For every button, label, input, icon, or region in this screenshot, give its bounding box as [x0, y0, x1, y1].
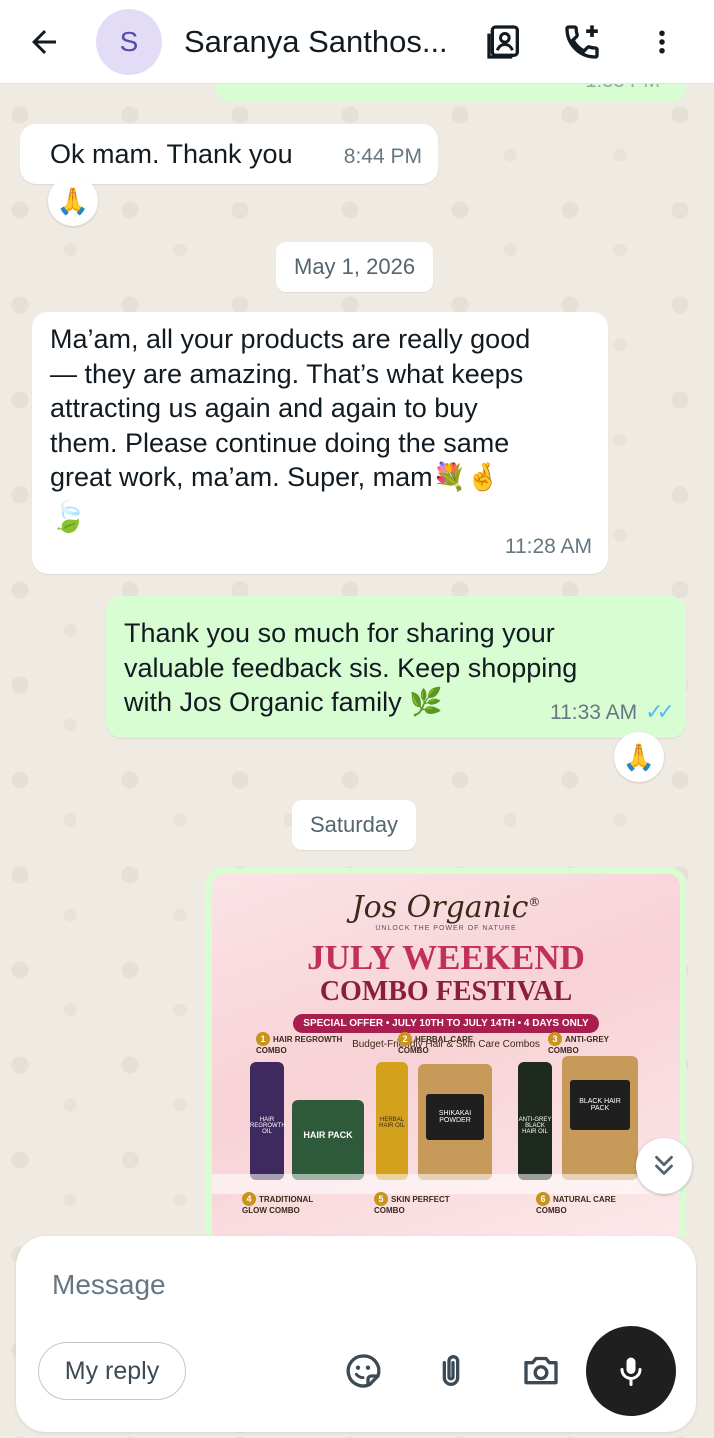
message-meta: 11:33 AM ✓✓ [549, 693, 675, 731]
chat-header: S Saranya Santhos... [0, 0, 714, 84]
sticker-icon [346, 1354, 381, 1388]
product-bottle: HERBAL HAIR OIL [376, 1062, 408, 1180]
camera-button[interactable] [516, 1346, 566, 1396]
product-label: SHIKAKAI POWDER [426, 1094, 484, 1140]
contact-card-button[interactable] [476, 14, 532, 70]
combo-label: 3 ANTI-GREY COMBO [548, 1032, 628, 1055]
more-vertical-icon [659, 30, 665, 53]
message-line: Thank you so much for sharing your [124, 618, 555, 648]
sticker-button[interactable] [338, 1346, 388, 1396]
reaction-badge[interactable]: 🙏 [48, 176, 98, 226]
message-time: 11:33 AM [549, 700, 638, 724]
contact-card-icon [487, 24, 519, 59]
product-jar: HAIR PACK [292, 1100, 364, 1180]
combo-number: 4 [242, 1192, 256, 1206]
add-call-icon [565, 24, 599, 59]
message-line: — they are amazing. That’s what keeps [50, 358, 524, 389]
combo-label: 1 HAIR REGROWTH COMBO [256, 1032, 346, 1055]
voice-message-button[interactable] [586, 1326, 676, 1416]
message-bubble-outgoing[interactable]: Thank you so much for sharing your valua… [106, 596, 686, 738]
product-label: HERBAL HAIR OIL [379, 1117, 405, 1129]
message-line: Ma’am, all your products are really good [50, 324, 531, 354]
message-time: 1:33 PM [586, 84, 660, 93]
camera-icon [524, 1356, 558, 1385]
promo-brand-mark: ® [528, 895, 541, 909]
mic-icon [620, 1357, 642, 1386]
add-call-button[interactable] [554, 14, 610, 70]
message-composer: My reply [16, 1236, 696, 1432]
product-bottle: ANTI-GREY BLACK HAIR OIL [518, 1062, 552, 1180]
my-reply-button[interactable]: My reply [38, 1342, 186, 1400]
message-input[interactable] [52, 1262, 652, 1308]
product-label: ANTI-GREY BLACK HAIR OIL [518, 1117, 552, 1135]
product-shelf [212, 1174, 680, 1194]
product-pouch: SHIKAKAI POWDER [418, 1064, 492, 1180]
product-label: HAIR PACK [303, 1130, 353, 1140]
promo-title-line2: COMBO FESTIVAL [319, 976, 573, 1007]
more-options-button[interactable] [634, 14, 690, 70]
message-bubble-outgoing[interactable]: 1:33 PM [216, 84, 686, 102]
message-text: Ok mam. Thank you [50, 139, 293, 169]
message-line: great work, ma’am. Super, mam💐🤞 [50, 462, 500, 492]
paperclip-icon [442, 1355, 460, 1386]
back-arrow-icon [32, 29, 56, 54]
message-bubble-incoming[interactable]: Ok mam. Thank you 8:44 PM [20, 124, 438, 184]
read-ticks-icon: ✓✓ [645, 698, 675, 724]
date-label: May 1, 2026 [294, 254, 416, 279]
message-line: attracting us again and again to buy [50, 393, 478, 423]
combo-label: 2 HERBAL CARE COMBO [398, 1032, 488, 1055]
product-bottle: HAIR REGROWTH OIL [250, 1062, 286, 1180]
message-line: them. Please continue doing the same [50, 427, 510, 458]
promo-title-line1: JULY WEEKEND [307, 938, 585, 977]
product-label: HAIR REGROWTH OIL [250, 1117, 286, 1135]
date-divider: Saturday [292, 800, 417, 850]
message-time: 11:28 AM [504, 534, 592, 558]
double-chevron-down-icon [655, 1155, 673, 1175]
combo-number: 1 [256, 1032, 270, 1046]
reaction-emoji: 🙏 [56, 185, 90, 216]
message-bubble-incoming[interactable]: Ma’am, all your products are really good… [32, 312, 608, 574]
chat-area[interactable]: 1:33 PM Ok mam. Thank you 8:44 PM 🙏 May … [0, 84, 714, 1238]
back-button[interactable] [14, 12, 74, 72]
date-label: Saturday [310, 812, 399, 837]
promo-tagline: UNLOCK THE POWER OF NATURE [375, 925, 517, 932]
combo-label: 5 SKIN PERFECT COMBO [374, 1192, 464, 1215]
combo-number: 5 [374, 1192, 388, 1206]
promo-offer-banner: SPECIAL OFFER • JULY 10TH TO JULY 14TH •… [293, 1014, 599, 1033]
contact-name[interactable]: Saranya Santhos... [184, 24, 454, 60]
reaction-emoji: 🙏 [622, 741, 656, 772]
combo-number: 2 [398, 1032, 412, 1046]
avatar[interactable]: S [96, 8, 162, 75]
promo-brand: Jos Organic® [212, 874, 680, 925]
avatar-letter: S [119, 25, 139, 57]
combo-number: 6 [536, 1192, 550, 1206]
attach-button[interactable] [426, 1346, 476, 1396]
product-label: BLACK HAIR PACK [570, 1080, 630, 1130]
combo-label: 6 NATURAL CARE COMBO [536, 1192, 626, 1215]
combo-number: 3 [548, 1032, 562, 1046]
product-pouch: BLACK HAIR PACK [562, 1056, 638, 1180]
scroll-to-bottom-button[interactable] [636, 1138, 692, 1194]
reaction-badge[interactable]: 🙏 [614, 732, 664, 782]
combo-label: 4 TRADITIONAL GLOW COMBO [242, 1192, 332, 1215]
promo-image[interactable]: Jos Organic® UNLOCK THE POWER OF NATURE … [212, 874, 680, 1238]
date-divider: May 1, 2026 [276, 242, 434, 292]
image-message-bubble[interactable]: Jos Organic® UNLOCK THE POWER OF NATURE … [206, 868, 686, 1238]
message-time: 8:44 PM [343, 144, 422, 168]
message-line: valuable feedback sis. Keep shopping [124, 652, 578, 683]
promo-brand-text: Jos Organic [351, 890, 529, 925]
